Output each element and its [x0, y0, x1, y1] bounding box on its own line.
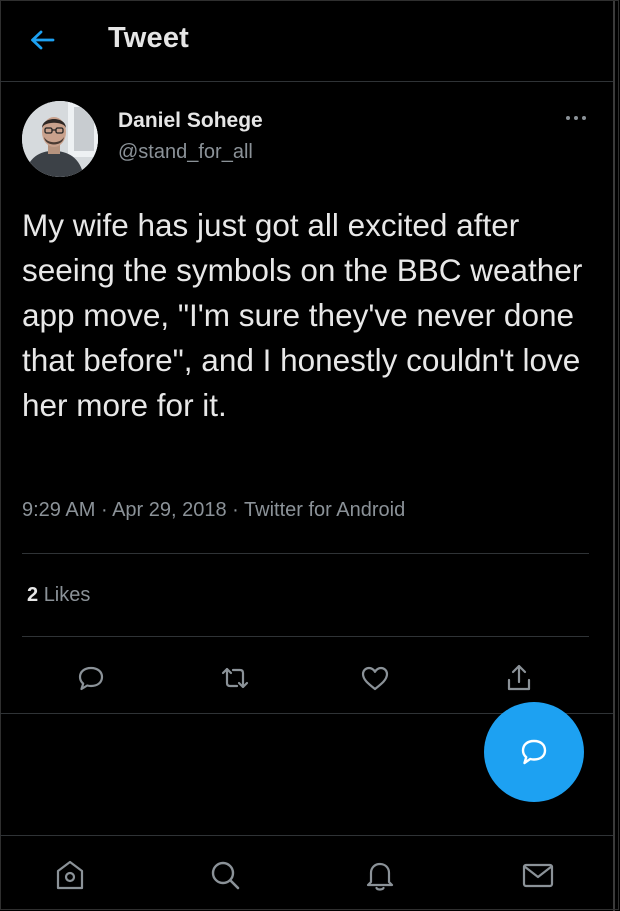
share-icon: [505, 663, 533, 693]
messages-icon: [520, 857, 556, 893]
like-button[interactable]: [357, 660, 393, 696]
top-app-bar: Tweet: [0, 0, 613, 82]
nav-home[interactable]: [50, 855, 90, 895]
window-edge: [613, 0, 615, 911]
retweet-button[interactable]: [217, 660, 253, 696]
more-dots-icon: [565, 115, 587, 121]
nav-notifications[interactable]: [360, 855, 400, 895]
header-divider: [0, 81, 613, 82]
tweet-date: Apr 29, 2018: [112, 499, 227, 521]
retweet-icon: [219, 664, 251, 692]
bottom-nav-divider: [0, 835, 613, 836]
divider: [22, 636, 589, 637]
search-icon: [207, 857, 243, 893]
nav-search[interactable]: [205, 855, 245, 895]
likes-stat[interactable]: 2 Likes: [27, 584, 90, 607]
likes-count: 2: [27, 584, 39, 606]
like-icon: [360, 664, 390, 692]
reply-icon: [77, 664, 105, 692]
compose-reply-button[interactable]: [484, 702, 584, 802]
author-handle: @stand_for_all: [118, 141, 253, 163]
divider: [22, 553, 589, 554]
reply-button[interactable]: [73, 660, 109, 696]
tweet-source[interactable]: Twitter for Android: [244, 499, 405, 521]
back-button[interactable]: [22, 20, 62, 60]
tweet-time: 9:29 AM: [22, 499, 96, 521]
nav-messages[interactable]: [518, 855, 558, 895]
tweet-text: My wife has just got all excited after s…: [22, 207, 583, 423]
author-name[interactable]: Daniel Sohege: [118, 109, 263, 133]
arrow-left-icon: [29, 29, 55, 51]
meta-separator: ·: [226, 499, 245, 521]
notifications-icon: [362, 857, 398, 893]
page-title: Tweet: [108, 22, 190, 54]
tweet-metadata: 9:29 AM · Apr 29, 2018 · Twitter for And…: [22, 499, 405, 522]
more-options-button[interactable]: [558, 106, 594, 130]
meta-separator: ·: [95, 499, 113, 521]
likes-label: Likes: [43, 584, 91, 606]
home-icon: [52, 857, 88, 893]
share-button[interactable]: [501, 660, 537, 696]
avatar[interactable]: [22, 101, 98, 177]
compose-reply-icon: [518, 736, 550, 768]
